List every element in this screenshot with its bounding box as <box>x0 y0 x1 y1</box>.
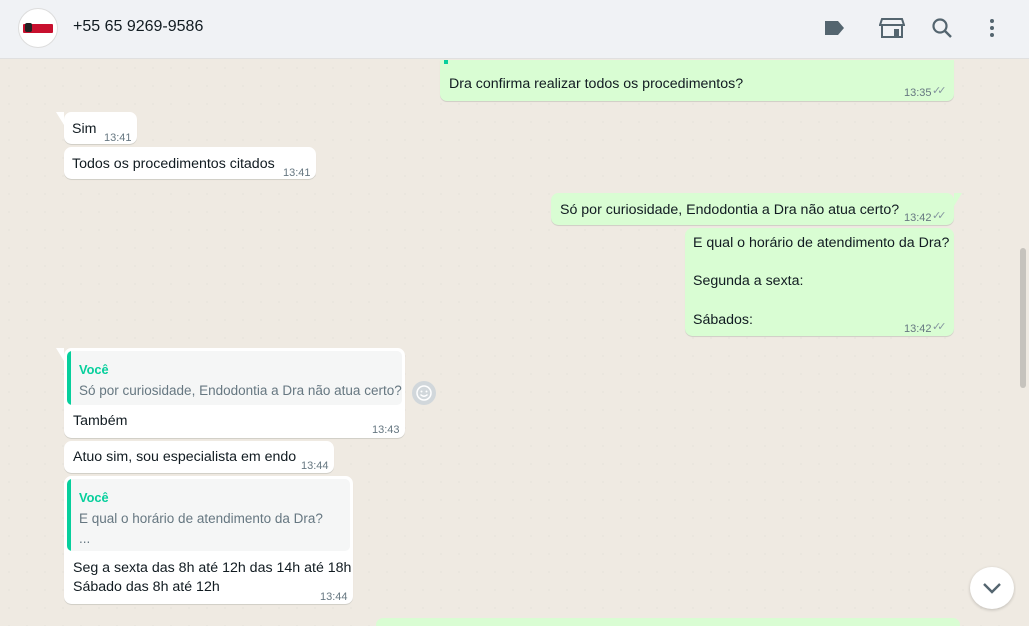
chat-header: +55 65 9269-9586 <box>0 0 1029 59</box>
message-time: 13:44 <box>320 591 348 603</box>
message-outgoing[interactable]: E qual o horário de atendimento da Dra? … <box>685 228 954 336</box>
message-text-line: Segunda a sexta: <box>693 273 804 289</box>
quoted-message[interactable]: Você E qual o horário de atendimento da … <box>67 479 350 551</box>
message-time: 13:42 <box>904 323 932 335</box>
quote-text: Só por curiosidade, Endodontia a Dra não… <box>79 383 402 398</box>
message-incoming-reply[interactable]: Você Só por curiosidade, Endodontia a Dr… <box>56 348 405 438</box>
quote-text-more: ... <box>79 531 91 546</box>
message-incoming[interactable]: Todos os procedimentos citados 13:41 <box>64 147 316 179</box>
message-text-line: Sábados: <box>693 312 753 328</box>
read-ticks-icon: ✓✓ <box>932 210 947 222</box>
read-ticks-icon: ✓✓ <box>932 85 947 97</box>
search-icon[interactable] <box>928 14 956 42</box>
message-text-line: E qual o horário de atendimento da Dra? <box>693 235 950 251</box>
scrollbar-thumb[interactable] <box>1020 248 1026 388</box>
message-time: 13:35 <box>904 87 932 99</box>
quoted-message[interactable]: Você Só por curiosidade, Endodontia a Dr… <box>67 351 402 405</box>
contact-name[interactable]: +55 65 9269-9586 <box>73 18 203 36</box>
quote-author: Você <box>79 362 109 377</box>
avatar[interactable] <box>18 8 58 48</box>
react-emoji-icon[interactable] <box>412 381 436 405</box>
message-incoming-reply[interactable]: Você E qual o horário de atendimento da … <box>64 476 353 604</box>
message-time: 13:44 <box>301 460 329 472</box>
scroll-down-button[interactable] <box>970 567 1014 609</box>
message-time: 13:42 <box>904 212 932 224</box>
message-time: 13:41 <box>104 132 132 144</box>
quote-author: Você <box>79 490 109 505</box>
message-time: 13:41 <box>283 167 311 179</box>
message-text: Sim <box>72 121 97 137</box>
read-ticks-icon: ✓✓ <box>932 321 947 333</box>
message-text: Todos os procedimentos citados <box>72 156 275 172</box>
quote-text: E qual o horário de atendimento da Dra? <box>79 511 323 526</box>
label-icon[interactable] <box>820 14 848 42</box>
message-text: Dra confirma realizar todos os procedime… <box>449 76 744 92</box>
message-outgoing-partial[interactable] <box>376 618 960 626</box>
message-time: 13:43 <box>372 424 400 436</box>
message-text-line: Seg a sexta das 8h até 12h das 14h até 1… <box>73 560 352 576</box>
message-text-line: Sábado das 8h até 12h <box>73 579 220 595</box>
store-icon[interactable] <box>878 14 906 42</box>
message-incoming[interactable]: Sim 13:41 <box>56 112 137 144</box>
message-text: Só por curiosidade, Endodontia a Dra não… <box>560 202 900 218</box>
menu-icon[interactable] <box>978 14 1006 42</box>
message-incoming[interactable]: Atuo sim, sou especialista em endo 13:44 <box>64 441 334 473</box>
message-outgoing[interactable]: Só por curiosidade, Endodontia a Dra não… <box>551 193 962 225</box>
message-outgoing[interactable]: Dra confirma realizar todos os procedime… <box>440 60 954 101</box>
message-text: Atuo sim, sou especialista em endo <box>73 449 297 465</box>
message-text: Também <box>73 413 128 429</box>
